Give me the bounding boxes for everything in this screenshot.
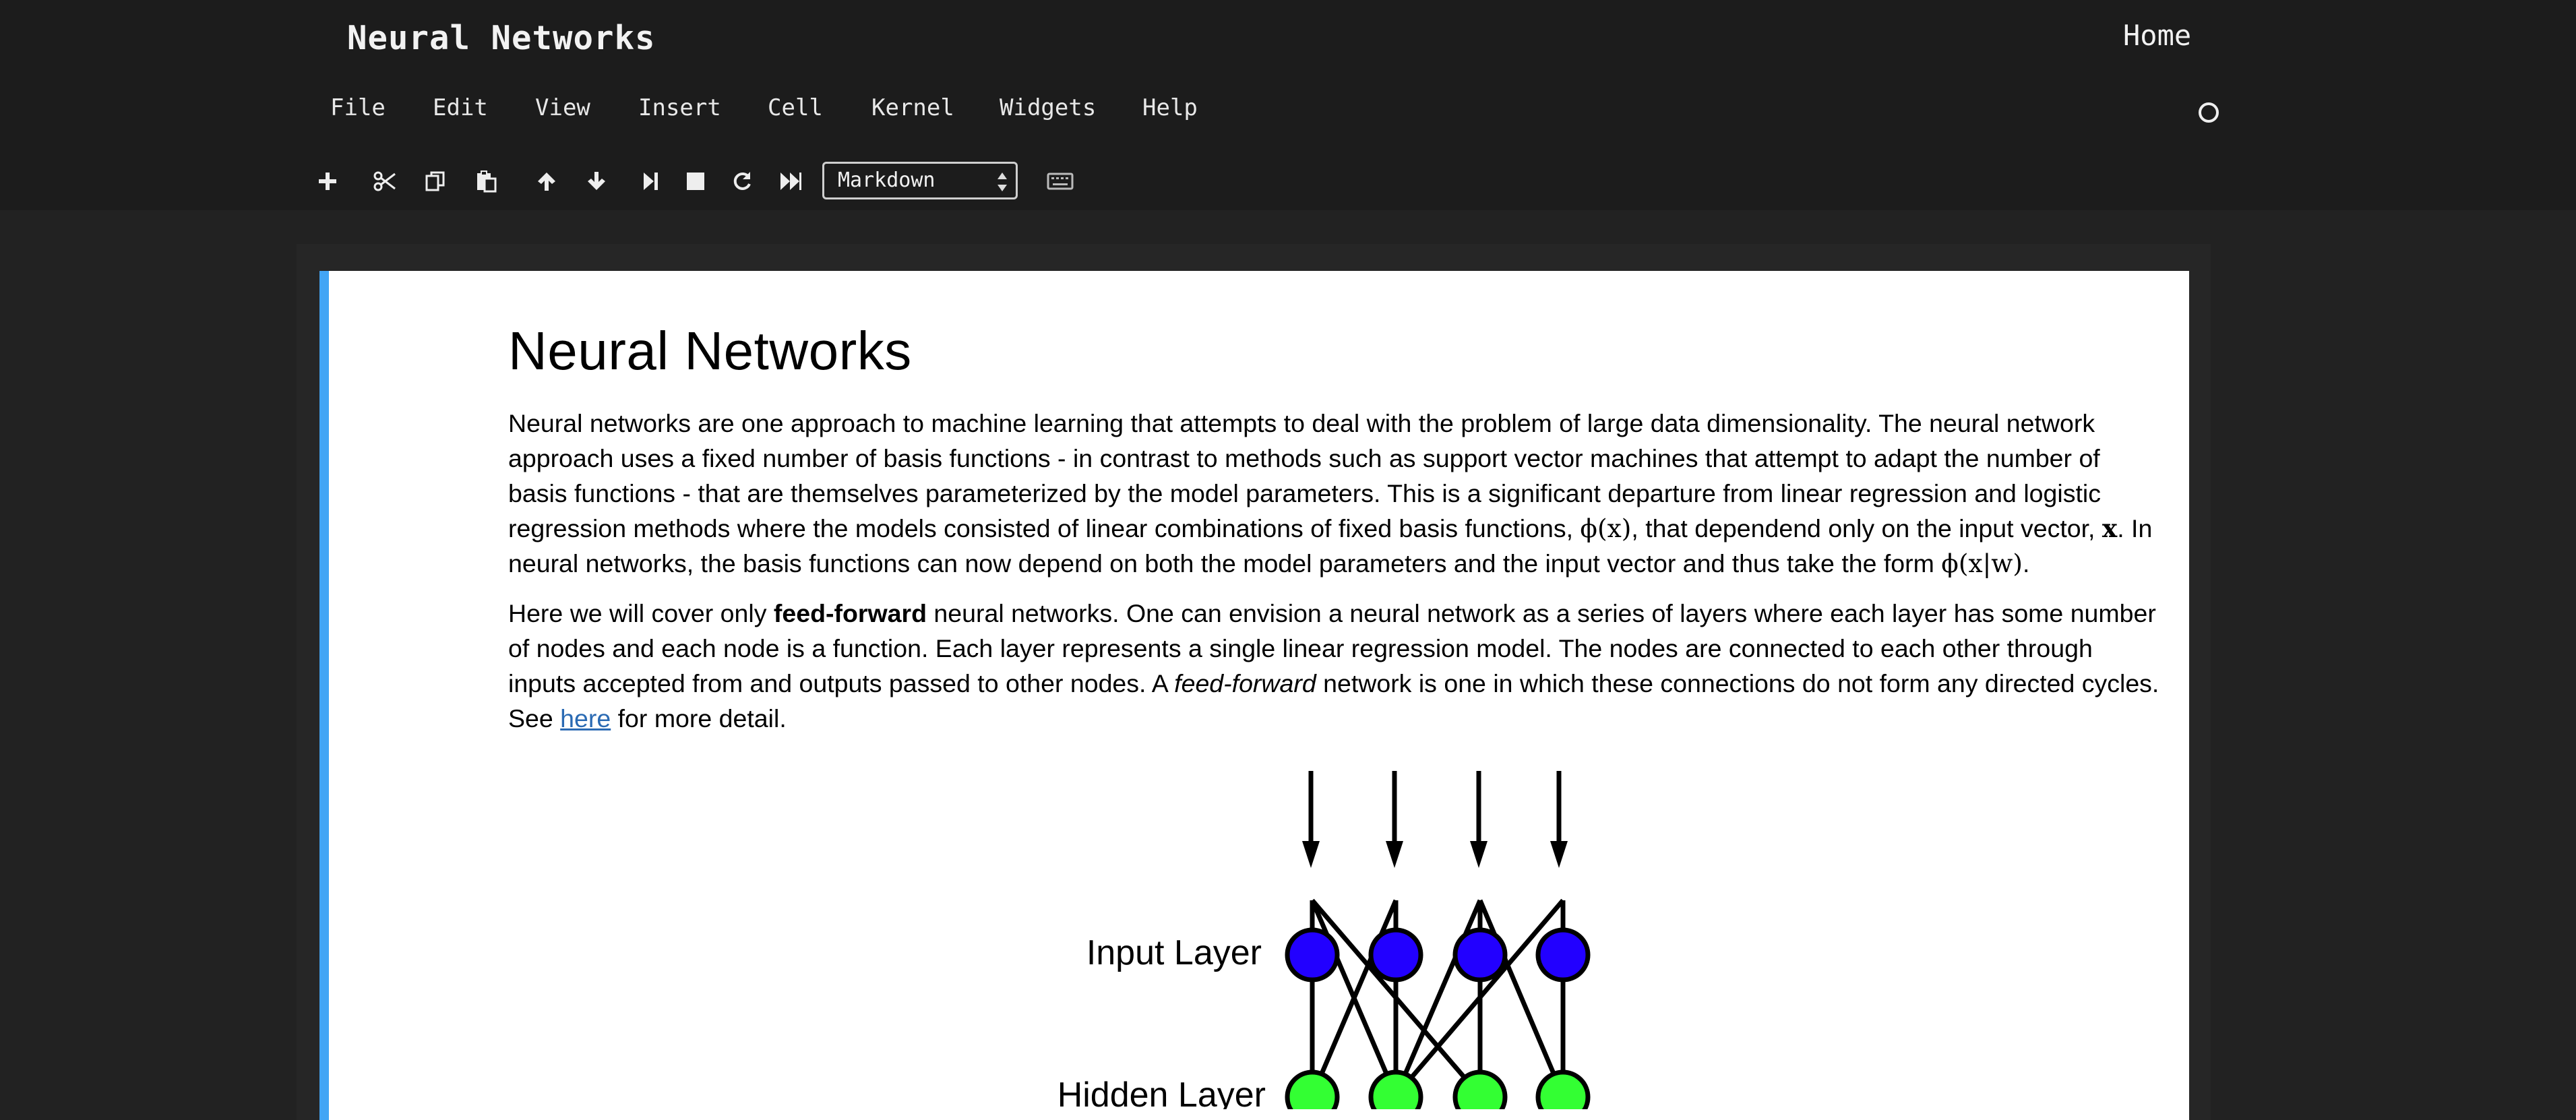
network-diagram-svg: Input Layer Hidden Layer [1057, 771, 1591, 1120]
connections [1310, 898, 1566, 1098]
arrow-head [1470, 841, 1488, 868]
menu-cell[interactable]: Cell [768, 94, 823, 121]
arrow-up-icon [536, 170, 557, 192]
edge [1477, 899, 1566, 1097]
paste-icon [476, 170, 497, 193]
menu-view[interactable]: View [535, 94, 590, 121]
input-node [1285, 927, 1340, 983]
menu-widgets[interactable]: Widgets [1000, 94, 1096, 121]
run-cell-button[interactable] [634, 166, 667, 197]
hidden-layer-label: Hidden Layer [1057, 1076, 1266, 1109]
arrow-down-icon [586, 170, 607, 192]
scissors-icon [373, 170, 396, 192]
step-forward-icon [642, 171, 659, 191]
home-link[interactable]: Home [2123, 19, 2191, 52]
edge [1393, 899, 1483, 1097]
cut-button[interactable] [368, 166, 402, 197]
bold-feed-forward: feed-forward [773, 599, 927, 627]
input-layer-label: Input Layer [1086, 933, 1262, 972]
menu-insert[interactable]: Insert [638, 94, 721, 121]
menu-help[interactable]: Help [1142, 94, 1198, 121]
arrow-head [1550, 841, 1568, 868]
selected-cell-indicator [319, 271, 329, 1120]
arrow-head [1302, 841, 1320, 868]
hidden-node [1452, 1069, 1508, 1120]
text-run: Here we will cover only [508, 599, 774, 627]
paragraph-feedforward: Here we will cover only feed-forward neu… [508, 596, 2159, 736]
menu-edit[interactable]: Edit [433, 94, 488, 121]
menu-file[interactable]: File [330, 94, 386, 121]
paste-button[interactable] [470, 166, 503, 197]
input-node [1368, 927, 1423, 983]
cell-type-select[interactable]: Markdown [822, 162, 1018, 199]
hidden-node [1285, 1069, 1340, 1120]
math-phi-x: ϕ(x) [1580, 514, 1632, 543]
move-down-button[interactable] [580, 166, 613, 197]
notebook-header: Neural Networks Home File Edit View Inse… [0, 0, 2576, 210]
copy-button[interactable] [419, 166, 452, 197]
text-run: . [2023, 549, 2030, 578]
input-node [1535, 927, 1591, 983]
here-link[interactable]: here [560, 704, 611, 733]
cell-type-value: Markdown [838, 168, 936, 192]
fast-forward-icon [779, 171, 802, 191]
input-arrows [1302, 771, 1568, 868]
paragraph-intro: Neural networks are one approach to mach… [508, 406, 2159, 581]
rendered-markdown: Neural Networks Neural networks are one … [508, 314, 2159, 751]
arrow-head [1386, 841, 1403, 868]
italic-feed-forward: feed-forward [1174, 669, 1316, 697]
keyboard-icon [1047, 173, 1074, 190]
command-palette-button[interactable] [1043, 166, 1077, 197]
text-run: for more detail. [611, 704, 787, 733]
network-diagram: Input Layer Hidden Layer [1011, 755, 1618, 1120]
select-arrows-icon [997, 170, 1008, 191]
hidden-node [1368, 1069, 1423, 1120]
interrupt-kernel-button[interactable] [679, 166, 712, 197]
text-run: , that dependend only on the input vecto… [1631, 514, 2102, 542]
stop-icon [686, 172, 705, 191]
input-node [1452, 927, 1508, 983]
plus-icon [317, 171, 338, 191]
kernel-status-icon[interactable] [2199, 102, 2219, 123]
copy-icon [425, 170, 446, 192]
insert-cell-button[interactable] [311, 166, 344, 197]
restart-run-all-button[interactable] [774, 166, 807, 197]
move-up-button[interactable] [530, 166, 563, 197]
input-layer-nodes [1285, 927, 1591, 983]
notebook-title[interactable]: Neural Networks [347, 19, 656, 57]
refresh-icon [731, 170, 753, 192]
cell-heading: Neural Networks [508, 321, 912, 381]
hidden-node [1535, 1069, 1591, 1120]
menu-kernel[interactable]: Kernel [871, 94, 954, 121]
hidden-layer-nodes [1285, 1069, 1591, 1120]
restart-kernel-button[interactable] [725, 166, 759, 197]
math-phi-x-w: ϕ(x|w) [1941, 549, 2023, 578]
math-x: x [2102, 514, 2118, 543]
